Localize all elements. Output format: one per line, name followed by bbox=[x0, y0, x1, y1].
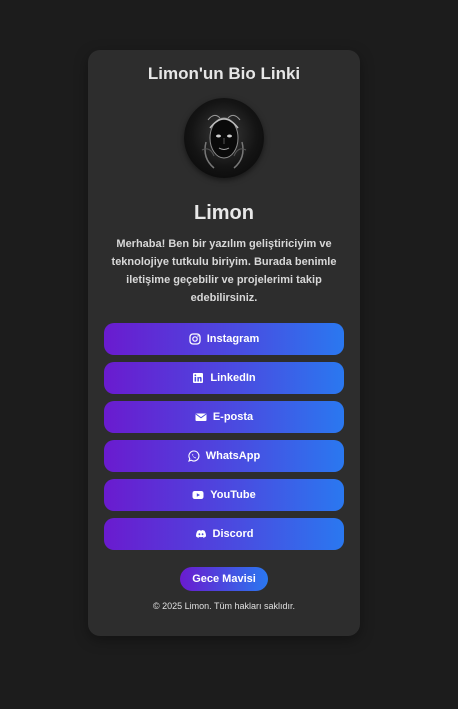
youtube-label: YouTube bbox=[210, 489, 256, 501]
youtube-button[interactable]: YouTube bbox=[104, 479, 344, 511]
instagram-icon bbox=[189, 333, 201, 345]
whatsapp-button[interactable]: WhatsApp bbox=[104, 440, 344, 472]
avatar bbox=[184, 98, 264, 178]
email-button[interactable]: E-posta bbox=[104, 401, 344, 433]
linkedin-icon bbox=[192, 372, 204, 384]
instagram-button[interactable]: Instagram bbox=[104, 323, 344, 355]
instagram-label: Instagram bbox=[206, 333, 260, 345]
envelope-icon bbox=[195, 411, 207, 423]
avatar-image bbox=[201, 114, 247, 169]
linkedin-label: LinkedIn bbox=[210, 372, 256, 384]
youtube-icon bbox=[192, 489, 204, 501]
linkedin-button[interactable]: LinkedIn bbox=[104, 362, 344, 394]
discord-button[interactable]: Discord bbox=[104, 518, 344, 550]
page-title: Limon'un Bio Linki bbox=[147, 64, 301, 83]
discord-label: Discord bbox=[212, 528, 254, 540]
profile-bio: Merhaba! Ben bir yazılım geliştiriciyim … bbox=[111, 238, 337, 304]
bio-card: Limon'un Bio Linki Limon Merhaba! Ben bi… bbox=[88, 50, 360, 636]
whatsapp-icon bbox=[187, 450, 200, 462]
profile-name: Limon bbox=[194, 202, 254, 224]
footer-copyright: © 2025 Limon. Tüm hakları saklıdır. bbox=[152, 601, 296, 611]
link-list: Instagram LinkedIn E-posta WhatsApp YouT… bbox=[104, 323, 344, 557]
discord-icon bbox=[195, 528, 207, 540]
theme-toggle-button[interactable]: Gece Mavisi bbox=[180, 567, 268, 591]
whatsapp-label: WhatsApp bbox=[205, 450, 261, 462]
email-label: E-posta bbox=[212, 411, 254, 423]
